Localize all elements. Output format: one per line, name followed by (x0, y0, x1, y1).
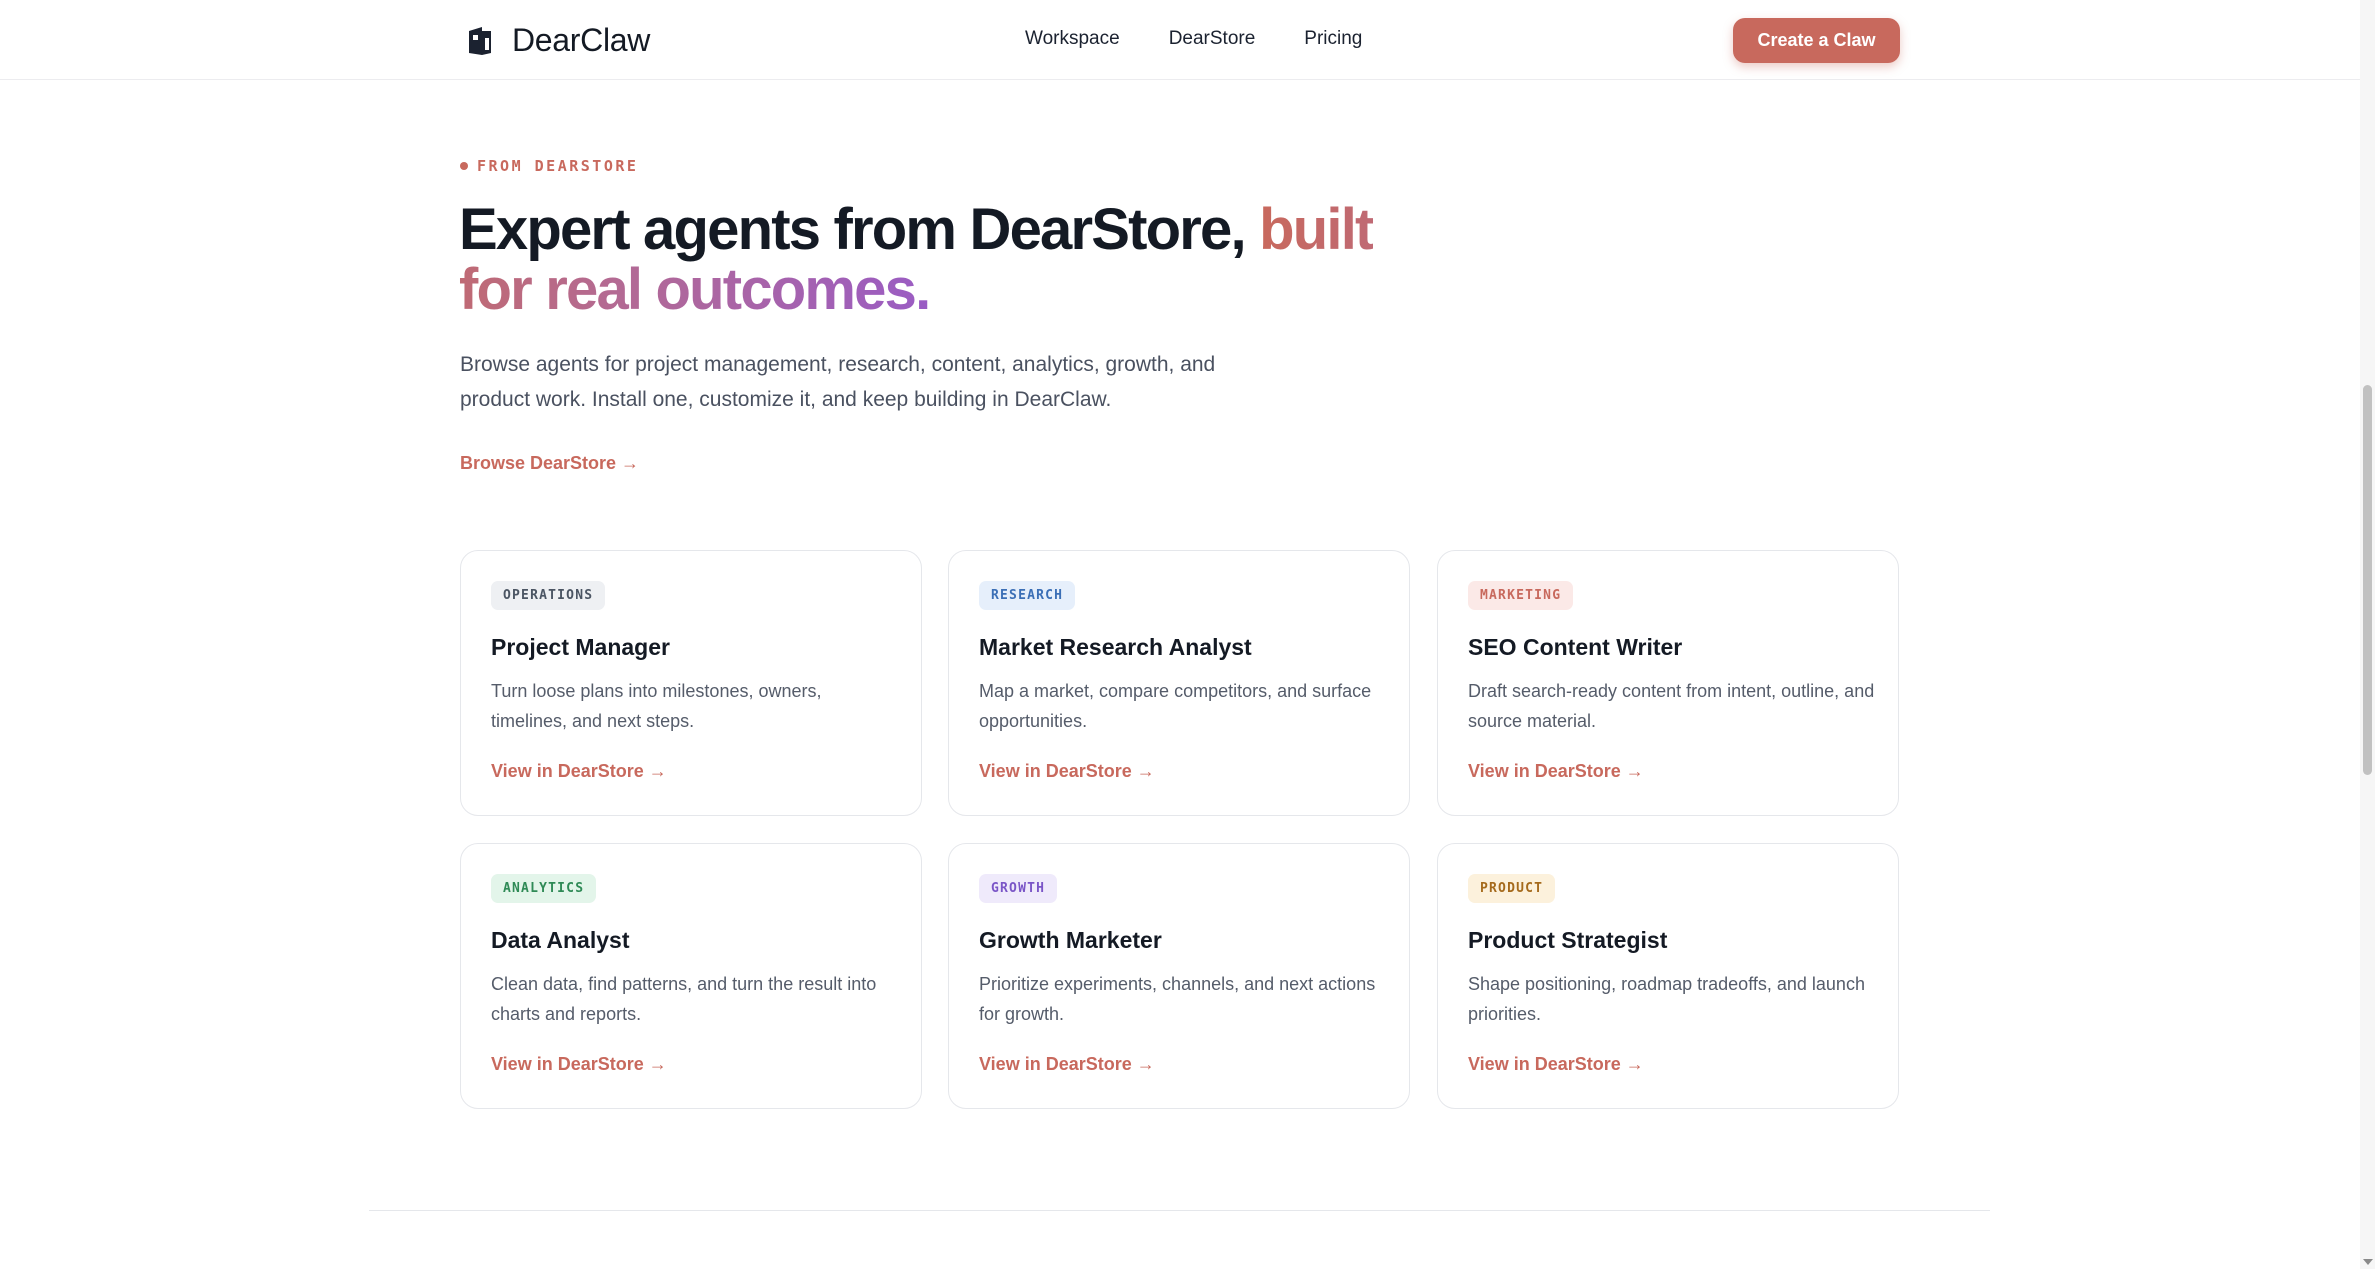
section-divider (369, 1210, 1990, 1211)
card-title: Project Manager (491, 634, 670, 660)
card-description: Prioritize experiments, channels, and ne… (979, 974, 1376, 1024)
browse-dearstore-link[interactable]: Browse DearStore → (460, 453, 639, 474)
card-description: Draft search-ready content from intent, … (1468, 681, 1875, 731)
card-description: Clean data, find patterns, and turn the … (491, 974, 877, 1024)
card-title: Data Analyst (491, 927, 630, 953)
category-badge: PRODUCT (1468, 874, 1556, 903)
card-title: Growth Marketer (979, 927, 1162, 953)
agent-card-project-manager[interactable]: OPERATIONS Project Manager Turn loose pl… (460, 550, 922, 816)
section-eyebrow: FROM DEARSTORE (460, 157, 638, 175)
agent-card-market-research-analyst[interactable]: RESEARCH Market Research Analyst Map a m… (948, 550, 1410, 816)
view-in-dearstore-link[interactable]: View in DearStore → (491, 1054, 667, 1075)
eyebrow-label: FROM DEARSTORE (477, 157, 639, 175)
card-title: Market Research Analyst (979, 634, 1252, 660)
view-in-dearstore-link[interactable]: View in DearStore → (1468, 761, 1644, 782)
top-nav-bar: DearClaw Workspace DearStore Pricing Cre… (0, 0, 2360, 80)
page-scrollbar[interactable] (2360, 0, 2375, 1269)
card-title: SEO Content Writer (1468, 634, 1683, 660)
category-badge: ANALYTICS (491, 874, 597, 903)
card-title: Product Strategist (1468, 927, 1668, 953)
headline-plain: Expert agents from DearStore, (459, 197, 1260, 262)
page-title: Expert agents from DearStore, built for … (459, 200, 1419, 320)
view-in-dearstore-link[interactable]: View in DearStore → (979, 1054, 1155, 1075)
create-claw-button[interactable]: Create a Claw (1733, 18, 1900, 63)
category-badge: OPERATIONS (491, 581, 606, 610)
category-badge: MARKETING (1468, 581, 1574, 610)
agent-card-seo-content-writer[interactable]: MARKETING SEO Content Writer Draft searc… (1437, 550, 1899, 816)
view-in-dearstore-link[interactable]: View in DearStore → (979, 761, 1155, 782)
category-badge: RESEARCH (979, 581, 1076, 610)
brand-logo[interactable]: DearClaw (466, 22, 650, 59)
card-description: Turn loose plans into milestones, owners… (491, 681, 822, 731)
brand-name: DearClaw (512, 22, 651, 58)
view-in-dearstore-link[interactable]: View in DearStore → (491, 761, 667, 782)
category-badge: GROWTH (979, 874, 1058, 903)
eyebrow-dot-icon (460, 162, 468, 170)
scrollbar-thumb[interactable] (2363, 385, 2372, 775)
card-description: Shape positioning, roadmap tradeoffs, an… (1468, 974, 1865, 1024)
agent-card-data-analyst[interactable]: ANALYTICS Data Analyst Clean data, find … (460, 843, 922, 1109)
hero-subtitle: Browse agents for project management, re… (460, 353, 1216, 411)
nav-dearstore[interactable]: DearStore (1169, 28, 1256, 50)
agent-card-product-strategist[interactable]: PRODUCT Product Strategist Shape positio… (1437, 843, 1899, 1109)
view-in-dearstore-link[interactable]: View in DearStore → (1468, 1054, 1644, 1075)
nav-pricing[interactable]: Pricing (1304, 28, 1362, 50)
nav-workspace[interactable]: Workspace (1025, 28, 1120, 50)
scroll-down-arrow-icon[interactable] (2363, 1259, 2373, 1265)
agent-card-growth-marketer[interactable]: GROWTH Growth Marketer Prioritize experi… (948, 843, 1410, 1109)
card-description: Map a market, compare competitors, and s… (979, 681, 1372, 731)
claw-logo-icon (469, 26, 491, 55)
main-nav: Workspace DearStore Pricing (1025, 28, 1411, 50)
